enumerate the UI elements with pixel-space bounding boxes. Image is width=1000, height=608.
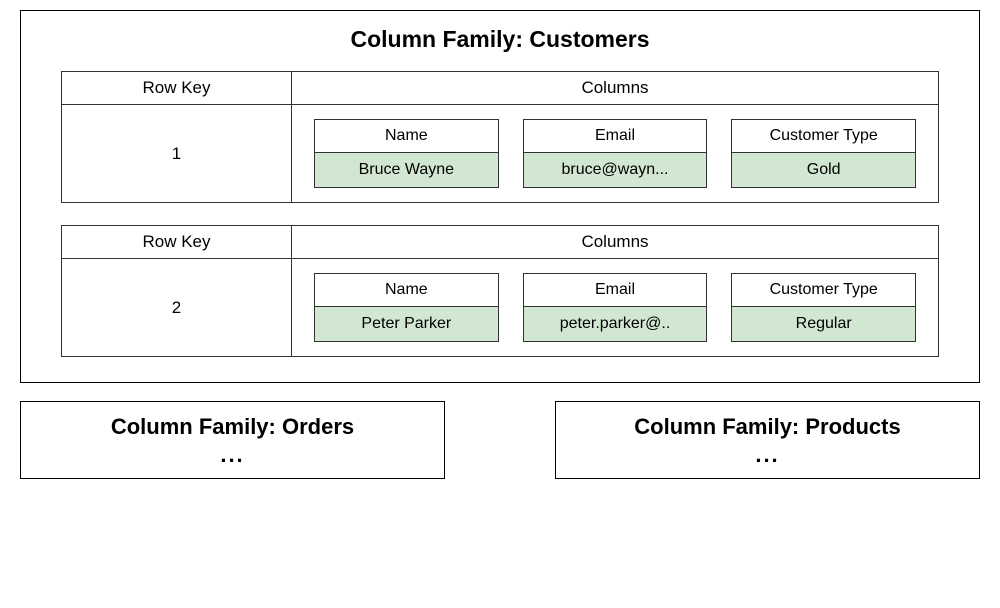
row-body: 1 Name Bruce Wayne Email bruce@wayn... C… (62, 105, 938, 202)
column-name: Email (524, 274, 707, 307)
columns-cell: Name Peter Parker Email peter.parker@.. … (292, 259, 938, 356)
ellipsis-icon: ... (31, 442, 434, 468)
column-value: bruce@wayn... (524, 153, 707, 187)
columns-header: Columns (292, 226, 938, 258)
column-name: Email (524, 120, 707, 153)
columns-cell: Name Bruce Wayne Email bruce@wayn... Cus… (292, 105, 938, 202)
column-box: Name Bruce Wayne (314, 119, 499, 188)
ellipsis-icon: ... (566, 442, 969, 468)
rowkey-cell: 1 (62, 105, 292, 202)
mini-cf-title: Column Family: Orders (31, 414, 434, 440)
rowkey-cell: 2 (62, 259, 292, 356)
column-family-products: Column Family: Products ... (555, 401, 980, 479)
row-header: Row Key Columns (62, 72, 938, 105)
column-box: Customer Type Gold (731, 119, 916, 188)
column-family-orders: Column Family: Orders ... (20, 401, 445, 479)
column-box: Email peter.parker@.. (523, 273, 708, 342)
column-value: Gold (732, 153, 915, 187)
cf-title: Column Family: Customers (61, 26, 939, 53)
columns-header: Columns (292, 72, 938, 104)
column-value: peter.parker@.. (524, 307, 707, 341)
mini-cf-title: Column Family: Products (566, 414, 969, 440)
bottom-cf-row: Column Family: Orders ... Column Family:… (20, 401, 980, 479)
column-family-customers: Column Family: Customers Row Key Columns… (20, 10, 980, 383)
row-record: Row Key Columns 2 Name Peter Parker Emai… (61, 225, 939, 357)
column-box: Email bruce@wayn... (523, 119, 708, 188)
column-box: Customer Type Regular (731, 273, 916, 342)
column-value: Peter Parker (315, 307, 498, 341)
column-box: Name Peter Parker (314, 273, 499, 342)
row-header: Row Key Columns (62, 226, 938, 259)
rowkey-header: Row Key (62, 226, 292, 258)
row-record: Row Key Columns 1 Name Bruce Wayne Email… (61, 71, 939, 203)
column-name: Customer Type (732, 120, 915, 153)
rowkey-header: Row Key (62, 72, 292, 104)
column-name: Name (315, 274, 498, 307)
column-name: Name (315, 120, 498, 153)
column-name: Customer Type (732, 274, 915, 307)
column-value: Bruce Wayne (315, 153, 498, 187)
column-value: Regular (732, 307, 915, 341)
row-body: 2 Name Peter Parker Email peter.parker@.… (62, 259, 938, 356)
